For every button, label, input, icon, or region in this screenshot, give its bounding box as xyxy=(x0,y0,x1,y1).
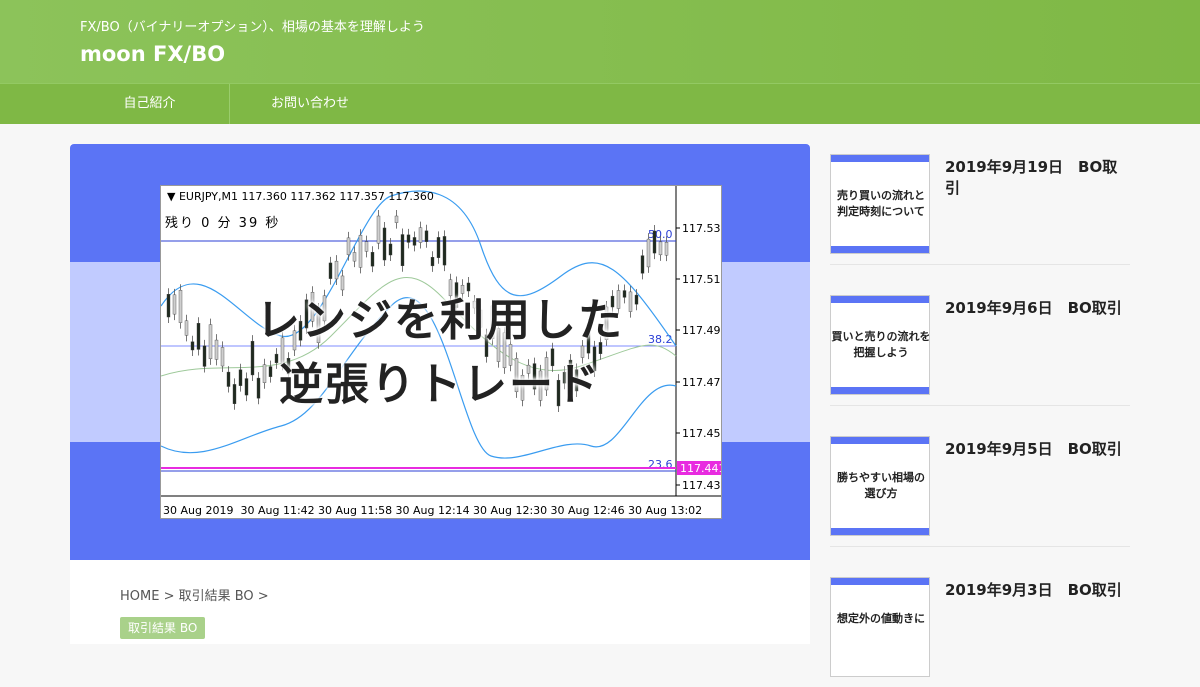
post-thumbnail[interactable]: 買いと売りの流れを 把握しよう xyxy=(830,295,930,395)
site-title-link[interactable]: moon FX/BO xyxy=(80,42,225,66)
thumb-caption-line2: 把握しよう xyxy=(853,346,909,359)
candle-body xyxy=(664,242,669,256)
post-title-link[interactable]: 2019年9月5日 BO取引 xyxy=(945,438,1122,459)
divider xyxy=(830,405,1130,406)
thumb-caption-line1: 勝ちやすい相場の xyxy=(837,471,925,484)
candle-body xyxy=(352,252,357,262)
candle-body xyxy=(376,215,381,244)
divider xyxy=(830,264,1130,265)
sidebar-post[interactable]: 勝ちやすい相場の 選び方 2019年9月5日 BO取引 xyxy=(830,426,1130,547)
time-tick-label: 30 Aug 12:14 xyxy=(396,504,470,517)
thumb-caption: 勝ちやすい相場の 選び方 xyxy=(831,470,929,502)
price-tick-label: 117.435 xyxy=(682,479,721,492)
thumb-caption-line2: 判定時刻について xyxy=(837,205,925,218)
chart-symbol-header: ▼ EURJPY,M1 117.360 117.362 117.357 117.… xyxy=(167,190,434,203)
thumb-band-bottom xyxy=(831,387,929,394)
nav-item-contact[interactable]: お問い合わせ xyxy=(230,84,390,124)
thumb-band-bottom xyxy=(831,246,929,253)
candle-body xyxy=(382,227,387,261)
candle-body xyxy=(340,275,345,291)
eyecatch-title-line2: 逆張りトレード xyxy=(279,359,601,410)
time-tick-label: 30 Aug 13:02 xyxy=(628,504,702,517)
thumb-caption-line2: 選び方 xyxy=(864,487,898,500)
candle-body xyxy=(370,252,375,267)
thumb-band-top xyxy=(831,155,929,162)
thumb-band-bottom xyxy=(831,528,929,535)
candle-body xyxy=(424,230,429,242)
thumb-band-top xyxy=(831,578,929,585)
time-tick-label: 30 Aug 12:46 xyxy=(551,504,625,517)
candle-body xyxy=(646,238,651,268)
thumb-caption-line1: 想定外の値動きに xyxy=(837,612,925,625)
time-tick-label: 30 Aug 2019 xyxy=(163,504,233,517)
candle-body xyxy=(400,234,405,267)
sidebar-post[interactable]: 売り買いの流れと 判定時刻について 2019年9月19日 BO取引 xyxy=(830,144,1130,265)
nav-item-profile[interactable]: 自己紹介 xyxy=(70,84,230,124)
candle-body xyxy=(436,237,441,258)
thumb-caption: 買いと売りの流れを 把握しよう xyxy=(831,329,930,361)
sidebar-post[interactable]: 想定外の値動きに 2019年9月3日 BO取引 xyxy=(830,567,1130,687)
thumb-caption-line1: 売り買いの流れと xyxy=(837,189,925,202)
thumb-caption: 想定外の値動きに xyxy=(831,611,929,627)
candle-body xyxy=(652,230,657,254)
price-tick-label: 117.515 xyxy=(682,273,721,286)
candle-body xyxy=(346,237,351,255)
fib-level-label: 23.6 xyxy=(648,458,673,471)
candle-body xyxy=(364,241,369,252)
thumb-caption-line1: 買いと売りの流れを xyxy=(831,330,930,343)
time-tick-label: 30 Aug 11:42 xyxy=(241,504,315,517)
candle-body xyxy=(394,215,399,223)
article-eyecatch-image: 117.535117.515117.495117.475117.455117.4… xyxy=(70,144,810,560)
post-title-link[interactable]: 2019年9月3日 BO取引 xyxy=(945,579,1122,600)
thumb-band-top xyxy=(831,296,929,303)
post-title-link[interactable]: 2019年9月6日 BO取引 xyxy=(945,297,1122,318)
category-badge[interactable]: 取引結果 BO xyxy=(120,617,206,639)
divider xyxy=(830,546,1130,547)
candle-body xyxy=(358,234,363,268)
candle-body xyxy=(406,234,411,243)
site-header: FX/BO（バイナリーオプション）、相場の基本を理解しよう moon FX/BO xyxy=(0,0,1200,83)
candle-body xyxy=(388,243,393,256)
chart-countdown: 残り 0 分 39 秒 xyxy=(165,216,281,231)
candle-body xyxy=(442,236,447,266)
current-price-label: 117.441 xyxy=(680,462,721,475)
candle-body xyxy=(334,260,339,280)
eyecatch-title-line1: レンジを利用した xyxy=(256,295,624,346)
eyecatch-title: レンジを利用した 逆張りトレード xyxy=(70,289,810,417)
thumb-caption: 売り買いの流れと 判定時刻について xyxy=(831,188,929,220)
candle-body xyxy=(640,255,645,274)
post-thumbnail[interactable]: 売り買いの流れと 判定時刻について xyxy=(830,154,930,254)
post-thumbnail[interactable]: 勝ちやすい相場の 選び方 xyxy=(830,436,930,536)
global-nav: 自己紹介 お問い合わせ xyxy=(0,83,1200,124)
site-tagline: FX/BO（バイナリーオプション）、相場の基本を理解しよう xyxy=(80,20,425,35)
price-tick-label: 117.455 xyxy=(682,427,721,440)
candle-body xyxy=(418,227,423,243)
post-title-link[interactable]: 2019年9月19日 BO取引 xyxy=(945,156,1130,198)
candle-body xyxy=(412,237,417,246)
candle-body xyxy=(430,257,435,267)
price-tick-label: 117.535 xyxy=(682,222,721,235)
candle-body xyxy=(328,262,333,279)
breadcrumb[interactable]: HOME > 取引結果 BO > xyxy=(120,585,269,604)
thumb-band-top xyxy=(831,437,929,444)
candle-body xyxy=(658,241,663,256)
post-thumbnail[interactable]: 想定外の値動きに xyxy=(830,577,930,677)
time-tick-label: 30 Aug 11:58 xyxy=(318,504,392,517)
time-tick-label: 30 Aug 12:30 xyxy=(473,504,547,517)
sidebar-post[interactable]: 買いと売りの流れを 把握しよう 2019年9月6日 BO取引 xyxy=(830,285,1130,406)
